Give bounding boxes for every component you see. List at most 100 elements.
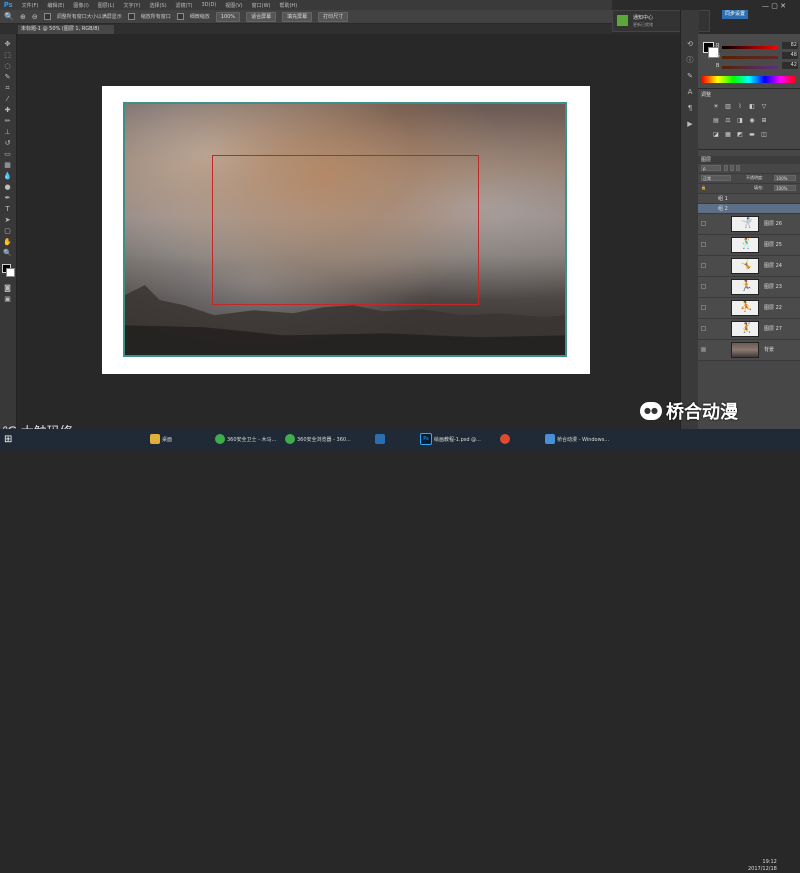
filter-adjust-icon[interactable] [730, 165, 734, 171]
visibility-toggle[interactable] [701, 326, 706, 331]
posterize-icon[interactable]: ▦ [724, 131, 732, 138]
filter-type-icon[interactable] [736, 165, 740, 171]
menu-type[interactable]: 文字(Y) [123, 2, 140, 9]
menu-help[interactable]: 帮助(H) [279, 2, 297, 9]
taskbar-item[interactable]: Ps 绘画教程-1.psd @... [420, 432, 481, 446]
red-value[interactable]: 82 [782, 42, 798, 49]
blue-slider-track[interactable] [722, 66, 778, 69]
paragraph-panel-icon[interactable]: ¶ [685, 104, 695, 113]
photo-filter-icon[interactable]: ◉ [748, 117, 756, 124]
brush-panel-icon[interactable]: ✎ [685, 72, 695, 81]
zoom-out-icon[interactable]: ⊖ [32, 13, 38, 21]
document-canvas[interactable] [102, 86, 590, 374]
layer-row[interactable]: 🤺 图层 26 [698, 214, 800, 235]
threshold-icon[interactable]: ◩ [736, 131, 744, 138]
actions-panel-icon[interactable]: ▶ [685, 120, 695, 129]
levels-icon[interactable]: ▥ [724, 103, 732, 110]
brush-tool-icon[interactable]: ✏ [3, 117, 12, 126]
taskbar-item[interactable]: 桥合动漫 - Windows... [545, 432, 609, 446]
blue-value[interactable]: 42 [782, 62, 798, 69]
dodge-tool-icon[interactable]: ● [3, 183, 12, 192]
taskbar-item[interactable] [500, 432, 510, 446]
history-brush-icon[interactable]: ↺ [3, 139, 12, 148]
scrubby-zoom-checkbox[interactable] [176, 13, 184, 20]
zoom-tool-icon[interactable]: 🔍 [3, 249, 12, 258]
fill-input[interactable]: 100% [774, 185, 796, 191]
properties-panel-icon[interactable]: ⓘ [685, 56, 695, 65]
brightness-icon[interactable]: ☀ [712, 103, 720, 110]
channel-mixer-icon[interactable]: ⊞ [760, 117, 768, 124]
visibility-toggle[interactable] [701, 242, 706, 247]
visibility-toggle[interactable] [701, 347, 706, 352]
pen-tool-icon[interactable]: ✒ [3, 194, 12, 203]
vibrance-icon[interactable]: ▽ [760, 103, 768, 110]
document-tab[interactable]: 未标题-1 @ 50% (图层 1, RGB/8) [18, 25, 114, 34]
menu-view[interactable]: 视图(V) [225, 2, 242, 9]
red-slider[interactable]: R 82 [716, 42, 798, 50]
eraser-tool-icon[interactable]: ▭ [3, 150, 12, 159]
layer-row[interactable]: 🤾 图层 27 [698, 319, 800, 340]
green-value[interactable]: 48 [782, 52, 798, 59]
color-balance-icon[interactable]: ⚖ [724, 117, 732, 124]
zoom-in-icon[interactable]: ⊕ [20, 13, 26, 21]
zoom-100-button[interactable]: 100% [215, 11, 241, 22]
zoom-tool-icon[interactable]: 🔍 [4, 12, 14, 21]
shape-tool-icon[interactable]: ▢ [3, 227, 12, 236]
marquee-tool-icon[interactable]: ⬚ [3, 51, 12, 60]
screen-mode-icon[interactable]: ▣ [3, 295, 12, 304]
menu-filter[interactable]: 滤镜(T) [176, 2, 193, 9]
quick-mask-icon[interactable]: ◙ [3, 284, 12, 293]
type-tool-icon[interactable]: T [3, 205, 12, 214]
layer-filter-select[interactable]: ρ [701, 165, 721, 171]
system-clock[interactable]: 19:12 2017/12/18 [748, 859, 777, 873]
layer-row-background[interactable]: 背景 [698, 340, 800, 361]
background-color-swatch[interactable] [6, 268, 15, 277]
menu-edit[interactable]: 编辑(E) [47, 2, 64, 9]
taskbar-item[interactable]: 360安全卫士 - 木马... [215, 432, 276, 446]
taskbar-item[interactable] [375, 432, 385, 446]
layer-row-group-1[interactable]: 组 1 [698, 194, 800, 204]
fit-screen-button[interactable]: 适合屏幕 [246, 11, 277, 22]
taskbar-item[interactable]: 360安全浏览器 - 360... [285, 432, 351, 446]
stamp-tool-icon[interactable]: ⊥ [3, 128, 12, 137]
canvas-area[interactable] [17, 34, 680, 429]
sync-settings-button[interactable]: 同步设置 [722, 10, 749, 19]
black-white-icon[interactable]: ◨ [736, 117, 744, 124]
blue-slider[interactable]: B 42 [716, 62, 798, 70]
layer-row[interactable]: 🤸 图层 24 [698, 256, 800, 277]
resize-windows-checkbox[interactable] [43, 13, 51, 20]
visibility-toggle[interactable] [701, 263, 706, 268]
exposure-icon[interactable]: ◧ [748, 103, 756, 110]
character-panel-icon[interactable]: A [685, 88, 695, 97]
quick-select-tool-icon[interactable]: ✎ [3, 73, 12, 82]
blend-mode-select[interactable]: 正常 [701, 175, 731, 181]
visibility-toggle[interactable] [701, 305, 706, 310]
invert-icon[interactable]: ◪ [712, 131, 720, 138]
visibility-toggle[interactable] [701, 284, 706, 289]
layer-row-group-2[interactable]: 组 2 [698, 204, 800, 214]
menu-select[interactable]: 选择(S) [149, 2, 166, 9]
green-slider[interactable]: G 48 [716, 52, 798, 60]
hand-tool-icon[interactable]: ✋ [3, 238, 12, 247]
red-slider-track[interactable] [722, 46, 778, 49]
green-slider-track[interactable] [722, 56, 778, 59]
menu-file[interactable]: 文件(F) [22, 2, 39, 9]
move-tool-icon[interactable]: ✥ [3, 40, 12, 49]
gradient-map-icon[interactable]: ▬ [748, 131, 756, 138]
menu-3d[interactable]: 3D(D) [202, 2, 217, 8]
visibility-toggle[interactable] [701, 221, 706, 226]
hue-sat-icon[interactable]: ▤ [712, 117, 720, 124]
opacity-input[interactable]: 100% [774, 175, 796, 181]
curves-icon[interactable]: ⌇ [736, 103, 744, 110]
menu-layer[interactable]: 图层(L) [98, 2, 115, 9]
selection-marquee[interactable] [212, 155, 479, 305]
print-size-button[interactable]: 打印尺寸 [318, 11, 349, 22]
crop-tool-icon[interactable]: ⌗ [3, 84, 12, 93]
taskbar-item[interactable]: 桌面 [150, 432, 172, 446]
fill-screen-button[interactable]: 填充屏幕 [282, 11, 313, 22]
layer-row[interactable]: 🏃 图层 23 [698, 277, 800, 298]
lasso-tool-icon[interactable]: ◌ [3, 62, 12, 71]
healing-tool-icon[interactable]: ✚ [3, 106, 12, 115]
layer-row[interactable]: 🕺 图层 25 [698, 235, 800, 256]
gradient-tool-icon[interactable]: ▦ [3, 161, 12, 170]
